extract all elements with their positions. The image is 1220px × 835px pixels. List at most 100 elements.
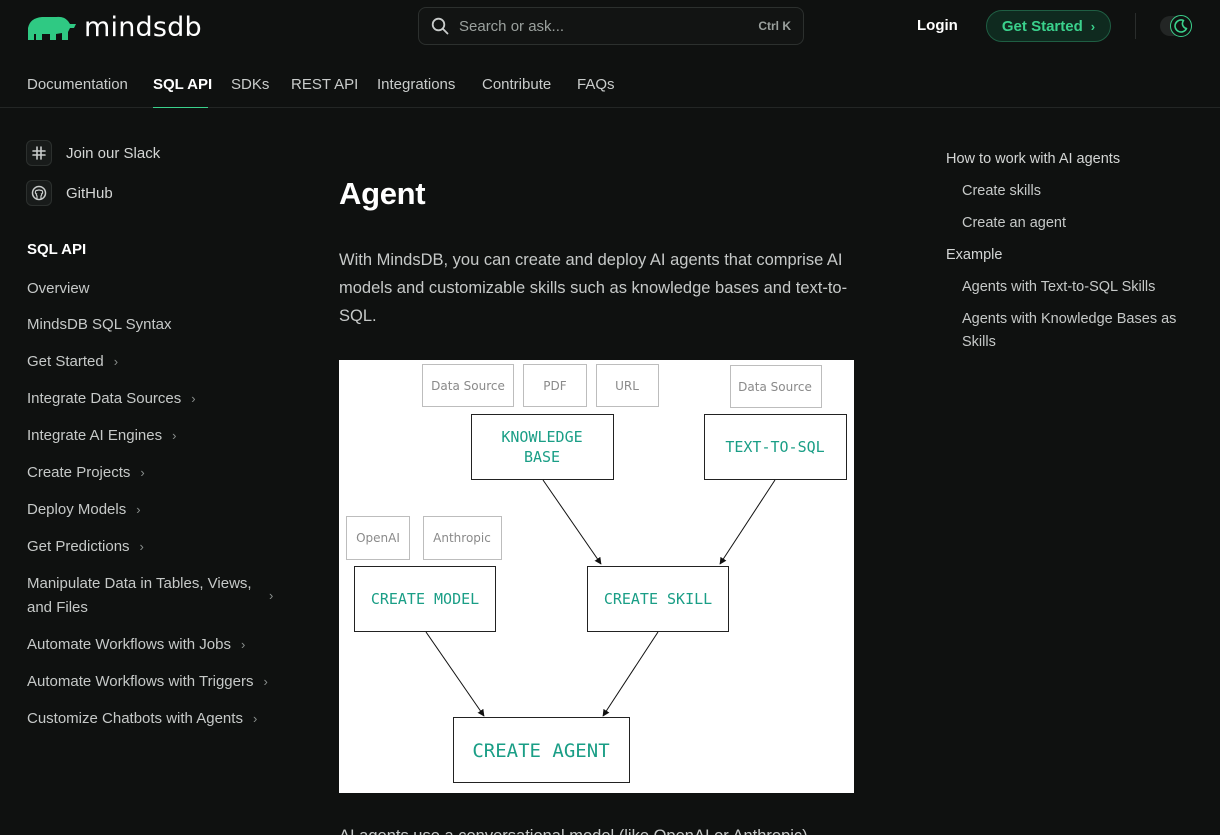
node-label: CREATE AGENT — [472, 740, 609, 762]
chevron-right-icon: › — [140, 465, 145, 480]
divider — [1135, 13, 1136, 39]
chevron-right-icon: › — [263, 674, 268, 689]
tab-contribute[interactable]: Contribute — [482, 76, 551, 93]
theme-knob — [1170, 15, 1192, 37]
chevron-right-icon: › — [191, 391, 196, 406]
mindsdb-logo-icon — [28, 16, 76, 40]
source-box-url: URL — [596, 364, 659, 407]
source-label: URL — [615, 379, 639, 393]
sidebar-item-label: MindsDB SQL Syntax — [27, 316, 172, 333]
sidebar-item-get-started[interactable]: Get Started › — [27, 350, 118, 374]
source-label: Data Source — [738, 380, 812, 394]
sidebar-item-label: Automate Workflows with Jobs — [27, 636, 231, 653]
tab-sdks[interactable]: SDKs — [231, 76, 269, 93]
sidebar-item-manipulate-data[interactable]: Manipulate Data in Tables, Views, and Fi… — [27, 572, 277, 620]
arrow-sql-to-skill — [719, 479, 776, 565]
intro-paragraph: With MindsDB, you can create and deploy … — [339, 251, 848, 325]
toc-item-example[interactable]: Example — [946, 244, 1002, 267]
agent-flow-diagram: Data Source PDF URL Data Source OpenAI A… — [346, 364, 847, 783]
sidebar-item-mindsdb-sql-syntax[interactable]: MindsDB SQL Syntax — [27, 313, 172, 337]
search-box[interactable]: Search or ask... Ctrl K — [418, 7, 804, 45]
chevron-right-icon: › — [172, 428, 177, 443]
node-text-to-sql: TEXT-TO-SQL — [704, 414, 847, 480]
chevron-right-icon: › — [240, 637, 246, 652]
node-label: BASE — [524, 448, 560, 466]
theme-toggle[interactable] — [1160, 15, 1192, 37]
source-label: Data Source — [431, 379, 505, 393]
github-icon — [26, 180, 52, 206]
sidebar-item-label: Integrate Data Sources — [27, 390, 182, 407]
sidebar-item-label: Overview — [27, 280, 90, 297]
source-box-data-source-sql: Data Source — [730, 365, 822, 408]
provider-label: OpenAI — [356, 531, 400, 545]
github-link[interactable]: GitHub — [26, 180, 113, 206]
logo-text: mindsdb — [84, 11, 202, 43]
get-started-label: Get Started — [1001, 17, 1083, 35]
chevron-right-icon: › — [136, 502, 141, 517]
sidebar-item-label: Manipulate Data in Tables, Views, and Fi… — [27, 575, 252, 616]
sidebar-item-get-predictions[interactable]: Get Predictions › — [27, 535, 144, 559]
sidebar-item-label: Get Started — [27, 353, 104, 370]
toc-item-how-to-work[interactable]: How to work with AI agents — [946, 148, 1120, 171]
arrow-kb-to-skill — [542, 479, 602, 565]
sidebar-item-create-projects[interactable]: Create Projects › — [27, 461, 145, 485]
top-bar: mindsdb Search or ask... Ctrl K Login Ge… — [0, 0, 1220, 52]
tab-sql-api[interactable]: SQL API — [153, 76, 212, 93]
node-label: TEXT-TO-SQL — [725, 438, 824, 456]
toc-item-text-to-sql-skills[interactable]: Agents with Text-to-SQL Skills — [962, 276, 1192, 299]
toc-item-create-skills[interactable]: Create skills — [962, 180, 1192, 203]
slack-icon — [26, 140, 52, 166]
github-link-label: GitHub — [66, 184, 113, 202]
tab-documentation[interactable]: Documentation — [27, 76, 128, 93]
toc-item-kb-skills[interactable]: Agents with Knowledge Bases as Skills — [962, 308, 1192, 354]
search-icon — [431, 17, 449, 35]
node-create-agent: CREATE AGENT — [453, 717, 630, 783]
sidebar-item-label: Customize Chatbots with Agents — [27, 710, 243, 727]
nav-tabs: Documentation SQL API SDKs REST API Inte… — [0, 60, 1220, 108]
source-box-pdf: PDF — [523, 364, 587, 407]
source-label: PDF — [543, 379, 566, 393]
login-link[interactable]: Login — [917, 17, 958, 34]
chevron-right-icon: › — [252, 711, 258, 726]
sidebar-item-automate-triggers[interactable]: Automate Workflows with Triggers › — [27, 670, 268, 694]
logo[interactable]: mindsdb — [26, 10, 202, 44]
chevron-right-icon: › — [139, 539, 144, 554]
search-shortcut: Ctrl K — [758, 19, 791, 33]
node-label: KNOWLEDGE — [501, 428, 582, 446]
arrow-skill-to-agent — [602, 631, 659, 717]
sidebar-item-integrate-data-sources[interactable]: Integrate Data Sources › — [27, 387, 196, 411]
tab-integrations[interactable]: Integrations — [377, 76, 455, 93]
sidebar-item-overview[interactable]: Overview — [27, 277, 90, 301]
chevron-right-icon: › — [269, 588, 274, 603]
slack-link-label: Join our Slack — [66, 144, 161, 162]
sidebar-item-automate-jobs[interactable]: Automate Workflows with Jobs › — [27, 633, 245, 657]
chevron-right-icon: › — [1090, 18, 1096, 34]
sidebar-item-deploy-models[interactable]: Deploy Models › — [27, 498, 141, 522]
moon-icon — [1174, 19, 1188, 33]
sidebar-item-integrate-ai-engines[interactable]: Integrate AI Engines › — [27, 424, 176, 448]
node-create-model: CREATE MODEL — [354, 566, 496, 632]
body-paragraph-cutoff: AI agents use a conversational model (li… — [339, 826, 854, 835]
sidebar-item-label: Create Projects — [27, 464, 131, 481]
provider-box-anthropic: Anthropic — [423, 516, 502, 560]
tab-rest-api[interactable]: REST API — [291, 76, 358, 93]
arrow-model-to-agent — [425, 631, 485, 717]
toc-item-create-agent[interactable]: Create an agent — [962, 212, 1192, 235]
node-create-skill: CREATE SKILL — [587, 566, 729, 632]
node-label: CREATE MODEL — [371, 590, 479, 608]
sidebar-section-title: SQL API — [27, 241, 87, 258]
slack-link[interactable]: Join our Slack — [26, 140, 160, 166]
node-label: CREATE SKILL — [604, 590, 712, 608]
agent-diagram: Data Source PDF URL Data Source OpenAI A… — [339, 360, 854, 793]
tab-faqs[interactable]: FAQs — [577, 76, 615, 93]
sidebar-item-chatbots-agents[interactable]: Customize Chatbots with Agents › — [27, 707, 257, 731]
sidebar-item-label: Integrate AI Engines — [27, 427, 163, 444]
provider-label: Anthropic — [433, 531, 491, 545]
page-title: Agent — [339, 176, 426, 211]
get-started-button[interactable]: Get Started › — [986, 10, 1111, 42]
chevron-right-icon: › — [113, 354, 119, 369]
active-tab-indicator — [153, 107, 208, 108]
provider-box-openai: OpenAI — [346, 516, 410, 560]
sidebar-item-label: Automate Workflows with Triggers — [27, 673, 254, 690]
search-placeholder: Search or ask... — [459, 17, 565, 35]
